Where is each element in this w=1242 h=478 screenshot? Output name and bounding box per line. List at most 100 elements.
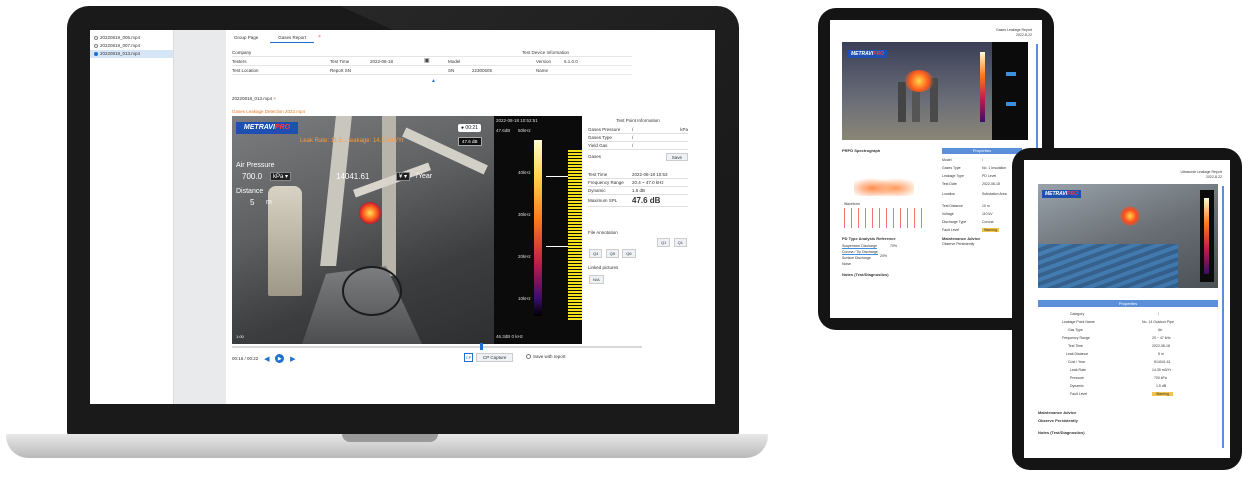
file-name: 20220818_013.mp4 (100, 51, 141, 56)
tab-bar: Group Page Gases Report × (226, 34, 321, 43)
linked-pictures-label: Linked pictures (588, 265, 619, 270)
prop-label: Leakage Point Name (1062, 320, 1095, 324)
pressure-unit-select[interactable]: kPa ▾ (270, 172, 292, 181)
annotation-button[interactable]: Q6 (622, 249, 636, 258)
dynamic-label: Dynamic (588, 188, 606, 193)
annotation-button[interactable]: Q1 (673, 238, 687, 247)
cp-capture-button[interactable]: CP CP Capture (464, 353, 514, 362)
capture-icon[interactable]: CP (464, 353, 473, 362)
current-file-title: 20220818_013.mp4 × (232, 96, 276, 101)
timeline-thumb[interactable] (480, 343, 483, 350)
test-time-value: 2022-08-18 10:53 (632, 172, 668, 177)
report-sn-label: Report SN (330, 68, 352, 73)
max-spl-value: 47.6 dB (632, 196, 661, 205)
pd-row: Surface Discharge (842, 256, 871, 260)
tab-group-page[interactable]: Group Page (226, 34, 266, 43)
annotation-button[interactable]: Q1 (657, 238, 671, 247)
save-radio[interactable] (526, 354, 531, 359)
leak-hotspot (359, 202, 381, 224)
sn-value: 22300505 (472, 68, 493, 73)
previous-icon[interactable]: ◀ (262, 354, 271, 363)
prpd-heading: PRPD Spectrograph (842, 148, 881, 153)
file-radio[interactable] (94, 36, 98, 40)
next-icon[interactable]: ▶ (288, 354, 297, 363)
annotation-buttons: Q1 Q1 (588, 237, 688, 248)
scrollbar[interactable] (1222, 186, 1224, 448)
prpd-scatter (854, 170, 914, 196)
annotation-button[interactable]: Q4 (589, 249, 603, 258)
spectrogram: 2022-08-18 10:52:51 47.6dB 50kHz 40kHz 3… (494, 116, 582, 344)
gases-select[interactable]: Gases (588, 153, 632, 161)
grey-pane (174, 30, 226, 404)
brand-logo: METRAVIPRO (236, 122, 298, 134)
name-label: Name (536, 68, 549, 73)
report-info-grid: Company Test Device Information Testers … (232, 48, 632, 75)
panel-row: Frequency Range 20.4 ~ 47.0 kHz (588, 179, 688, 187)
file-name: 20220818_007.mp4 (100, 43, 141, 48)
observe-text: Observe Persistently (1038, 418, 1078, 423)
color-scale-bar (1204, 198, 1209, 274)
play-icon[interactable]: ▶ (275, 354, 285, 363)
brand-logo: METRAVIPRO (1042, 190, 1081, 198)
cp-capture-label[interactable]: CP Capture (476, 353, 514, 362)
collapse-arrow-icon[interactable]: ▲ (431, 78, 436, 84)
prop-label: Location (942, 192, 956, 196)
close-file-icon[interactable]: × (273, 96, 276, 101)
report-thermal-image: METRAVIPRO (1038, 184, 1218, 288)
currency-select[interactable]: ¥ ▾ (396, 172, 411, 181)
file-item-selected[interactable]: 20220818_013.mp4 (90, 50, 173, 58)
device-info-heading: Test Device Information (522, 50, 570, 55)
save-button[interactable]: Save (665, 153, 688, 161)
cable-coil (342, 266, 402, 316)
gases-type-value[interactable]: / (632, 134, 688, 141)
brand-logo: METRAVIPRO (848, 50, 887, 58)
color-scale-bar (980, 52, 985, 122)
prop-value: 2022-08-18 (1152, 344, 1170, 348)
gases-pressure-unit: kPa (680, 127, 688, 132)
color-scale-bar (534, 140, 542, 316)
gases-pressure-value[interactable]: / (632, 126, 680, 133)
panel-row: Dynamic 1.5 dB (588, 187, 688, 195)
prop-value: No. 1 Insulation (982, 166, 1007, 170)
file-title-text: 20220818_013.mp4 (232, 96, 273, 101)
calendar-icon[interactable]: ▣ (424, 57, 448, 65)
timeline-track[interactable] (232, 346, 642, 348)
file-item[interactable]: 20220818_006.mp4 (90, 34, 173, 42)
spectrum-panel (1200, 190, 1214, 282)
file-radio[interactable] (94, 52, 98, 56)
company-label: Company (232, 50, 252, 55)
file-annotation-label: File Annotation (588, 230, 618, 235)
freq-range-label: Frequency Range (588, 180, 624, 185)
prop-label: Leak Distance (1066, 352, 1089, 356)
file-item[interactable]: 20220818_007.mp4 (90, 42, 173, 50)
yield-gas-value[interactable]: / (632, 142, 688, 149)
save-with-report-option[interactable]: Save with report (526, 354, 566, 359)
test-time-value[interactable]: 2022-08-18 (370, 57, 424, 65)
panel-header: Test Point Information (616, 118, 660, 123)
add-picture-button[interactable]: N/A (589, 275, 604, 284)
panel-row: Maximum SPL 47.6 dB (588, 195, 688, 207)
prop-value: ¥14041.61 (1154, 360, 1171, 364)
tab-gases-report[interactable]: Gases Report (270, 34, 315, 43)
file-radio[interactable] (94, 44, 98, 48)
file-list: 20220818_006.mp4 20220818_007.mp4 202208… (90, 30, 174, 404)
grid-icon[interactable]: 1:00 (236, 334, 244, 339)
insulator (898, 82, 906, 122)
pd-row: Noise (842, 262, 851, 266)
freq-range-value: 20.4 ~ 47.0 kHz (632, 180, 664, 185)
prpd-chart (844, 160, 924, 200)
close-tab-icon[interactable]: × (318, 34, 321, 43)
cable-bundle (1038, 244, 1178, 288)
prop-label: Test Time (1068, 344, 1083, 348)
pd-pct: 70% (890, 244, 898, 248)
freq-label: 20kHz (518, 254, 531, 259)
prop-value: PD Level (982, 174, 997, 178)
prop-value: Substation Area (982, 192, 1007, 196)
annotation-button[interactable]: Q5 (605, 249, 619, 258)
prop-value: Air (1158, 328, 1163, 332)
pd-row: Suspension Discharge (842, 244, 878, 249)
fault-level-badge: Warning (1152, 392, 1173, 396)
pd-pct: 20% (880, 254, 888, 258)
db-readout: 47.6 dB (458, 137, 482, 146)
video-player[interactable]: METRAVIPRO Leak Rate: 11.5... leakage: 1… (232, 116, 582, 344)
